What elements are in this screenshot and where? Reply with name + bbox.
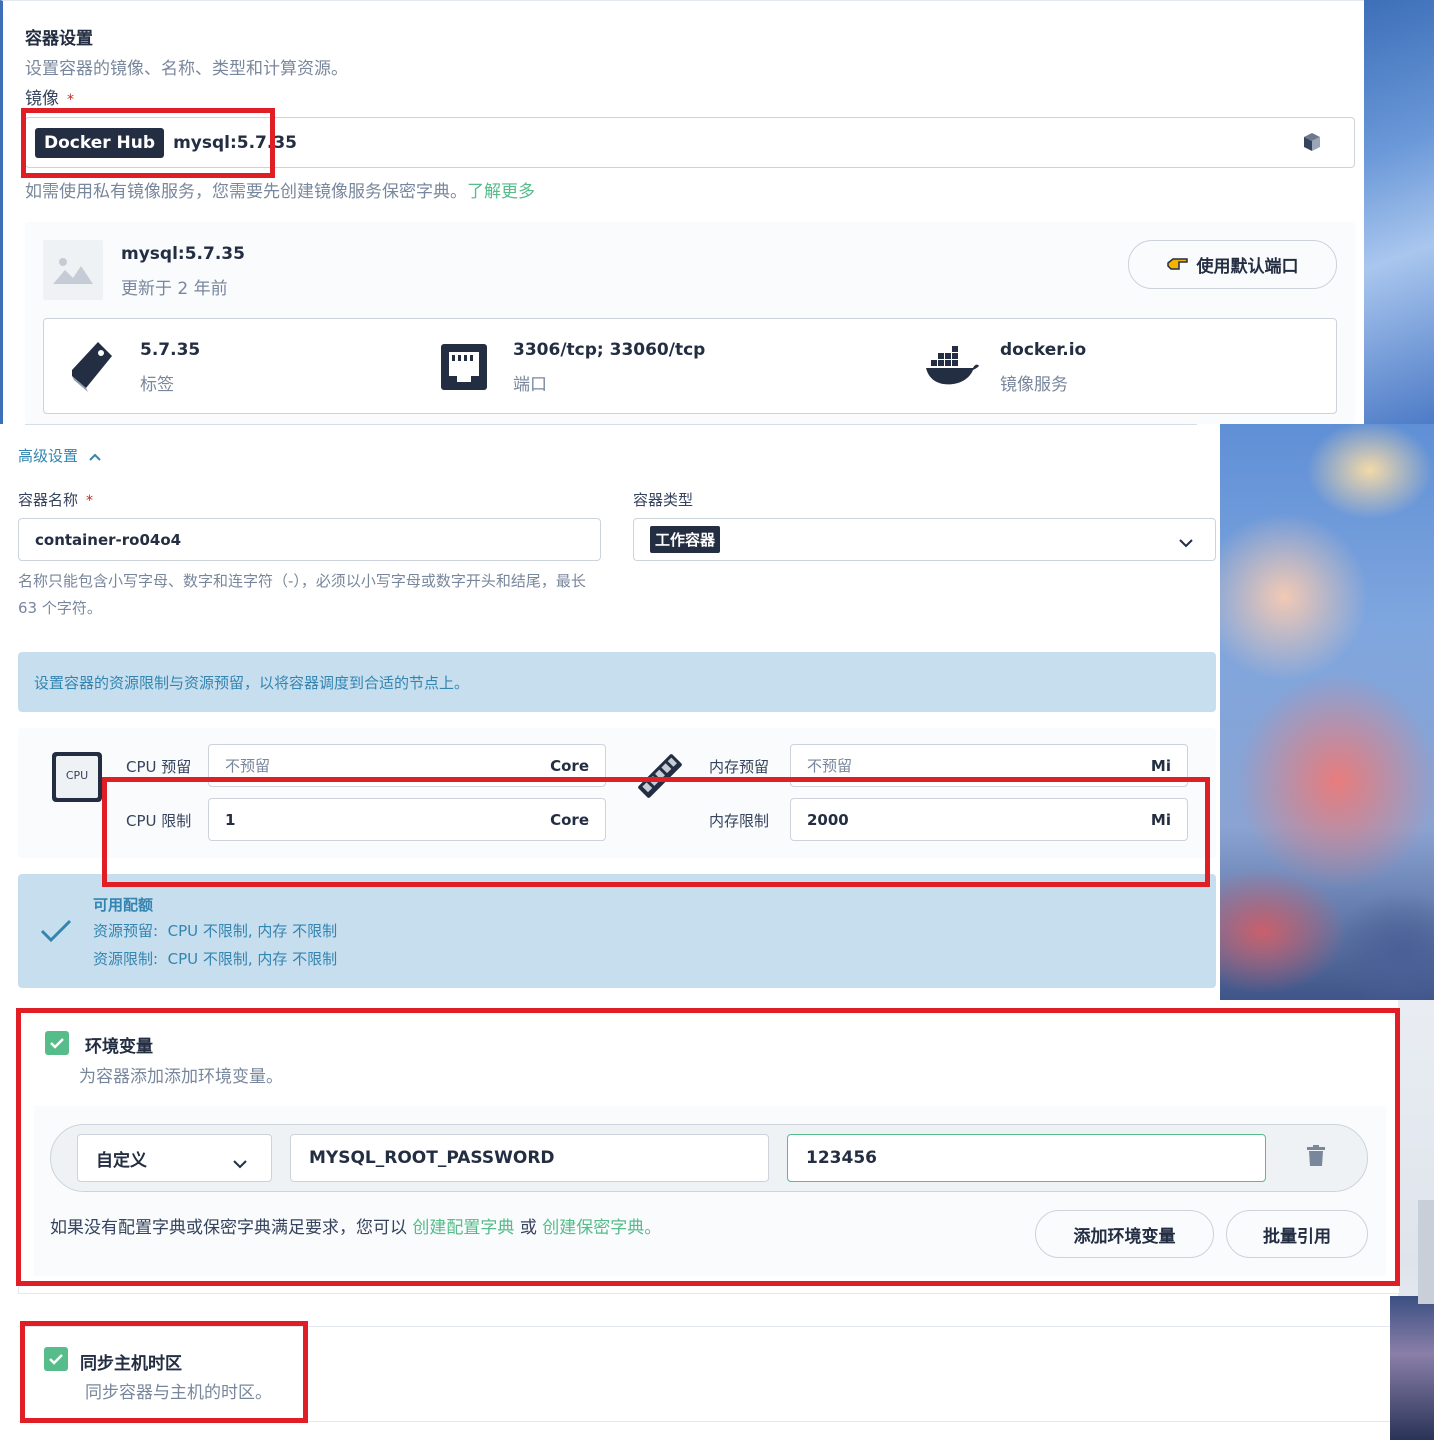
image-label: 镜像 * [25,84,74,109]
container-name-label-text: 容器名称 [18,491,79,509]
registry-label: 镜像服务 [1000,375,1068,395]
memory-request-input[interactable]: 不预留 Mi [790,744,1188,787]
batch-reference-button[interactable]: 批量引用 [1226,1210,1368,1258]
image-value: mysql:5.7.35 [173,132,298,153]
container-name-input[interactable]: container-ro04o4 [18,518,601,561]
check-icon [40,918,72,948]
env-type-value: 自定义 [96,1150,147,1171]
env-hint-text: 如果没有配置字典或保密字典满足要求，您可以 [50,1218,407,1238]
divider [25,424,1197,425]
cpu-request-unit: Core [550,756,589,775]
quota-limits: 资源限制: CPU 不限制, 内存 不限制 [93,950,338,968]
cpu-limit-unit: Core [550,810,589,829]
memory-icon [632,748,688,808]
env-value-value: 123456 [806,1148,877,1168]
cpu-limit-value: 1 [225,810,236,829]
container-type-select[interactable]: 工作容器 [633,518,1216,561]
image-details-box [43,318,1337,414]
ports-value: 3306/tcp; 33060/tcp [513,340,706,360]
cpu-request-input[interactable]: 不预留 Core [208,744,606,787]
ethernet-port-icon [441,344,487,394]
quota-requests: 资源预留: CPU 不限制, 内存 不限制 [93,922,338,940]
cpu-request-placeholder: 不预留 [225,757,271,775]
cpu-chip-icon: CPU [52,752,102,802]
image-label-text: 镜像 [25,89,59,109]
env-value-input[interactable]: 123456 [787,1134,1266,1182]
tag-icon [68,340,116,396]
hint-text: 如需使用私有镜像服务，您需要先创建镜像服务保密字典。 [25,182,467,202]
cube-icon[interactable] [1302,132,1322,152]
section-description: 设置容器的镜像、名称、类型和计算资源。 [25,59,348,79]
memory-request-label: 内存预留 [709,758,770,776]
cpu-chip-text: CPU [65,769,89,782]
use-default-ports-label: 使用默认端口 [1196,257,1299,277]
desktop-background [1364,0,1434,424]
create-secret-link[interactable]: 创建保密字典。 [542,1218,661,1238]
container-type-badge: 工作容器 [650,526,721,553]
add-env-label: 添加环境变量 [1073,1226,1176,1247]
container-name-value: container-ro04o4 [35,530,182,549]
memory-limit-label: 内存限制 [709,812,770,830]
image-input[interactable]: Docker Hub mysql:5.7.35 [25,117,1355,168]
env-description: 为容器添加添加环境变量。 [79,1067,283,1087]
image-updated: 更新于 2 年前 [121,279,228,299]
resource-info-text: 设置容器的资源限制与资源预留，以将容器调度到合适的节点上。 [34,674,470,692]
ports-label: 端口 [513,375,547,395]
section-title: 容器设置 [25,29,93,49]
container-name-hint: 名称只能包含小写字母、数字和连字符（-），必须以小写字母或数字开头和结尾，最长 … [18,572,586,617]
chevron-down-icon [233,1154,247,1174]
memory-limit-value: 2000 [807,810,849,829]
memory-request-placeholder: 不预留 [807,757,853,775]
cpu-limit-label: CPU 限制 [126,812,192,830]
desktop-background-painting [1220,424,1434,1000]
trash-icon[interactable] [1307,1145,1325,1171]
hand-pointer-icon [1166,254,1189,275]
timezone-description: 同步容器与主机的时区。 [85,1383,272,1403]
private-registry-hint: 如需使用私有镜像服务，您需要先创建镜像服务保密字典。了解更多 [25,177,535,202]
memory-request-unit: Mi [1150,756,1171,775]
advanced-settings-toggle[interactable]: 高级设置 [18,445,101,466]
memory-limit-unit: Mi [1150,810,1171,829]
or-text: 或 [519,1218,537,1238]
registry-value: docker.io [1000,340,1087,360]
env-checkbox[interactable] [45,1031,69,1055]
learn-more-link[interactable]: 了解更多 [467,182,535,202]
container-name-label: 容器名称 * [18,489,93,510]
tag-value: 5.7.35 [140,340,201,360]
quota-title: 可用配额 [93,896,154,914]
add-env-button[interactable]: 添加环境变量 [1035,1210,1214,1258]
chevron-down-icon [1179,534,1193,552]
env-key-value: MYSQL_ROOT_PASSWORD [309,1148,555,1168]
env-title: 环境变量 [85,1037,153,1057]
memory-limit-input[interactable]: 2000 Mi [790,798,1188,841]
scrollbar-thumb[interactable] [1418,1200,1434,1304]
env-hint: 如果没有配置字典或保密字典满足要求，您可以 创建配置字典 或 创建保密字典。 [50,1213,661,1238]
cpu-request-label: CPU 预留 [126,758,192,776]
required-mark: * [86,493,94,509]
image-name: mysql:5.7.35 [121,244,245,264]
required-mark: * [67,92,74,108]
create-configmap-link[interactable]: 创建配置字典 [412,1218,514,1238]
timezone-panel [18,1326,1390,1422]
use-default-ports-button[interactable]: 使用默认端口 [1128,240,1337,289]
batch-reference-label: 批量引用 [1263,1226,1331,1247]
registry-badge[interactable]: Docker Hub [35,127,165,158]
desktop-background [1390,1296,1434,1440]
container-type-label: 容器类型 [633,491,694,509]
env-type-select[interactable]: 自定义 [77,1134,272,1182]
advanced-settings-label: 高级设置 [18,447,79,465]
timezone-title: 同步主机时区 [80,1354,182,1374]
cpu-limit-input[interactable]: 1 Core [208,798,606,841]
env-key-input[interactable]: MYSQL_ROOT_PASSWORD [290,1134,769,1182]
timezone-checkbox[interactable] [44,1347,68,1371]
tag-label: 标签 [140,375,174,395]
image-placeholder-icon [43,240,103,300]
chevron-up-icon [89,447,101,465]
docker-whale-icon [925,346,979,390]
